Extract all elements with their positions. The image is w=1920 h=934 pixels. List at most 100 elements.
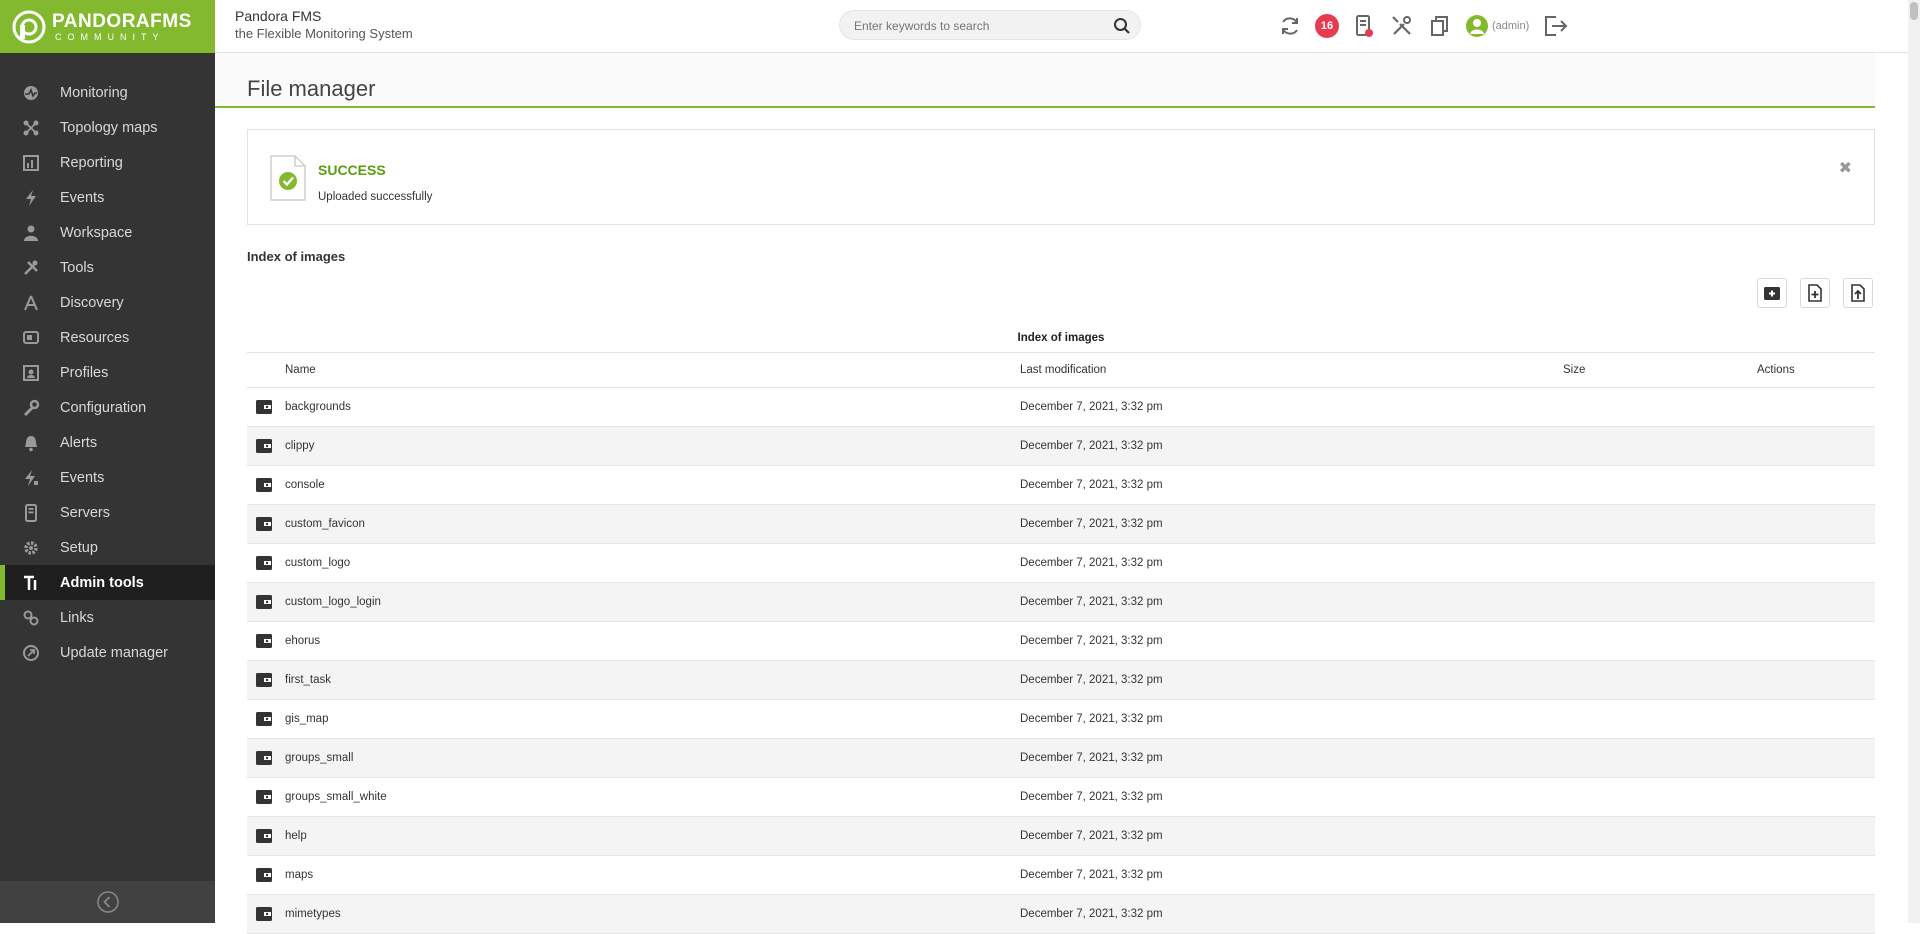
file-name-link[interactable]: groups_small_white (285, 791, 387, 803)
folder-icon[interactable] (255, 632, 273, 650)
folder-icon[interactable] (255, 905, 273, 923)
sidebar-item-events-admin[interactable]: Events (0, 460, 215, 495)
monitoring-icon (24, 85, 38, 100)
sidebar-collapse-button[interactable] (0, 881, 215, 923)
folder-icon[interactable] (255, 827, 273, 845)
user-menu[interactable]: (admin) (1465, 14, 1529, 38)
notifications-badge[interactable]: 16 (1315, 14, 1339, 38)
table-row: groups_small December 7, 2021, 3:32 pm (247, 739, 1875, 778)
sidebar-item-monitoring[interactable]: Monitoring (0, 75, 215, 110)
create-folder-button[interactable] (1757, 278, 1787, 308)
folder-icon[interactable] (255, 866, 273, 884)
file-name-cell: first_task (247, 671, 1014, 689)
folder-icon[interactable] (255, 788, 273, 806)
sidebar-item-workspace[interactable]: Workspace (0, 215, 215, 250)
column-header-last-modification: Last modification (1020, 364, 1107, 376)
settings-tools-button[interactable] (1389, 13, 1415, 39)
file-name-link[interactable]: backgrounds (285, 401, 351, 413)
sidebar-item-label: Profiles (60, 364, 109, 381)
add-folder-icon (1764, 287, 1780, 300)
sidebar-item-topology-maps[interactable]: Topology maps (0, 110, 215, 145)
alert-title: SUCCESS (318, 162, 386, 178)
servers-icon (25, 503, 37, 522)
file-name-link[interactable]: help (285, 830, 307, 842)
sidebar-item-update-manager[interactable]: Update manager (0, 635, 215, 670)
folder-icon[interactable] (255, 437, 273, 455)
file-name-link[interactable]: mimetypes (285, 908, 341, 920)
server-status-button[interactable] (1351, 13, 1377, 39)
sidebar: PANDORAFMS COMMUNITY Monitoring Topology… (0, 0, 215, 923)
folder-icon[interactable] (255, 710, 273, 728)
create-file-button[interactable] (1800, 278, 1830, 308)
sidebar-menu: Monitoring Topology maps Reporting Event… (0, 75, 215, 670)
user-name: (admin) (1492, 20, 1530, 32)
sidebar-item-configuration[interactable]: Configuration (0, 390, 215, 425)
last-modification-cell: December 7, 2021, 3:32 pm (1020, 791, 1163, 803)
file-name-link[interactable]: groups_small (285, 752, 353, 764)
file-name-link[interactable]: custom_logo (285, 557, 350, 569)
sidebar-item-reporting[interactable]: Reporting (0, 145, 215, 180)
table-row: gis_map December 7, 2021, 3:32 pm (247, 700, 1875, 739)
file-name-cell: ehorus (247, 632, 1014, 650)
table-row: mimetypes December 7, 2021, 3:32 pm (247, 895, 1875, 934)
logo-main-text: PANDORAFMS (52, 10, 192, 32)
sidebar-item-servers[interactable]: Servers (0, 495, 215, 530)
sidebar-item-setup[interactable]: Setup (0, 530, 215, 565)
search-input[interactable] (840, 11, 1106, 41)
sidebar-item-label: Discovery (60, 294, 124, 311)
logo-text: PANDORAFMS COMMUNITY (52, 12, 192, 42)
search-icon[interactable] (1113, 17, 1131, 35)
setup-icon (24, 540, 38, 555)
scrollbar-thumb[interactable] (1910, 2, 1918, 20)
last-modification-cell: December 7, 2021, 3:32 pm (1020, 752, 1163, 764)
sidebar-item-label: Configuration (60, 399, 147, 416)
page-scrollbar[interactable] (1908, 0, 1920, 923)
logout-button[interactable] (1543, 13, 1569, 39)
close-icon[interactable]: ✖ (1839, 158, 1852, 178)
sidebar-item-events[interactable]: Events (0, 180, 215, 215)
upload-file-icon (1851, 284, 1865, 302)
folder-icon[interactable] (255, 593, 273, 611)
file-name-link[interactable]: ehorus (285, 635, 320, 647)
file-name-cell: gis_map (247, 710, 1014, 728)
refresh-button[interactable] (1277, 13, 1303, 39)
file-name-link[interactable]: custom_favicon (285, 518, 365, 530)
sidebar-item-tools[interactable]: Tools (0, 250, 215, 285)
workspace-icon (24, 225, 38, 241)
table-row: first_task December 7, 2021, 3:32 pm (247, 661, 1875, 700)
folder-icon[interactable] (255, 671, 273, 689)
last-modification-cell: December 7, 2021, 3:32 pm (1020, 440, 1163, 452)
sidebar-item-admin-tools[interactable]: Admin tools (0, 565, 215, 600)
table-row: help December 7, 2021, 3:32 pm (247, 817, 1875, 856)
file-name-cell: mimetypes (247, 905, 1014, 923)
file-name-link[interactable]: custom_logo_login (285, 596, 381, 608)
sidebar-item-alerts[interactable]: Alerts (0, 425, 215, 460)
brand: Pandora FMS the Flexible Monitoring Syst… (235, 7, 413, 43)
sidebar-item-label: Servers (60, 504, 110, 521)
sidebar-item-label: Events (60, 469, 105, 486)
file-toolbar (1744, 278, 1873, 308)
file-name-link[interactable]: console (285, 479, 325, 491)
file-name-link[interactable]: first_task (285, 674, 331, 686)
file-name-link[interactable]: gis_map (285, 713, 328, 725)
last-modification-cell: December 7, 2021, 3:32 pm (1020, 557, 1163, 569)
topology-icon (23, 120, 39, 135)
sidebar-item-profiles[interactable]: Profiles (0, 355, 215, 390)
sidebar-item-label: Workspace (60, 224, 133, 241)
sidebar-item-discovery[interactable]: Discovery (0, 285, 215, 320)
logo[interactable]: PANDORAFMS COMMUNITY (0, 0, 215, 53)
folder-icon[interactable] (255, 515, 273, 533)
file-name-link[interactable]: clippy (285, 440, 314, 452)
upload-file-button[interactable] (1843, 278, 1873, 308)
table-row: groups_small_white December 7, 2021, 3:32… (247, 778, 1875, 817)
folder-icon[interactable] (255, 398, 273, 416)
copy-button[interactable] (1427, 13, 1453, 39)
file-name-link[interactable]: maps (285, 869, 313, 881)
folder-icon[interactable] (255, 476, 273, 494)
sidebar-item-resources[interactable]: Resources (0, 320, 215, 355)
last-modification-cell: December 7, 2021, 3:32 pm (1020, 518, 1163, 530)
sidebar-item-links[interactable]: Links (0, 600, 215, 635)
sidebar-item-label: Topology maps (60, 119, 158, 136)
folder-icon[interactable] (255, 554, 273, 572)
folder-icon[interactable] (255, 749, 273, 767)
